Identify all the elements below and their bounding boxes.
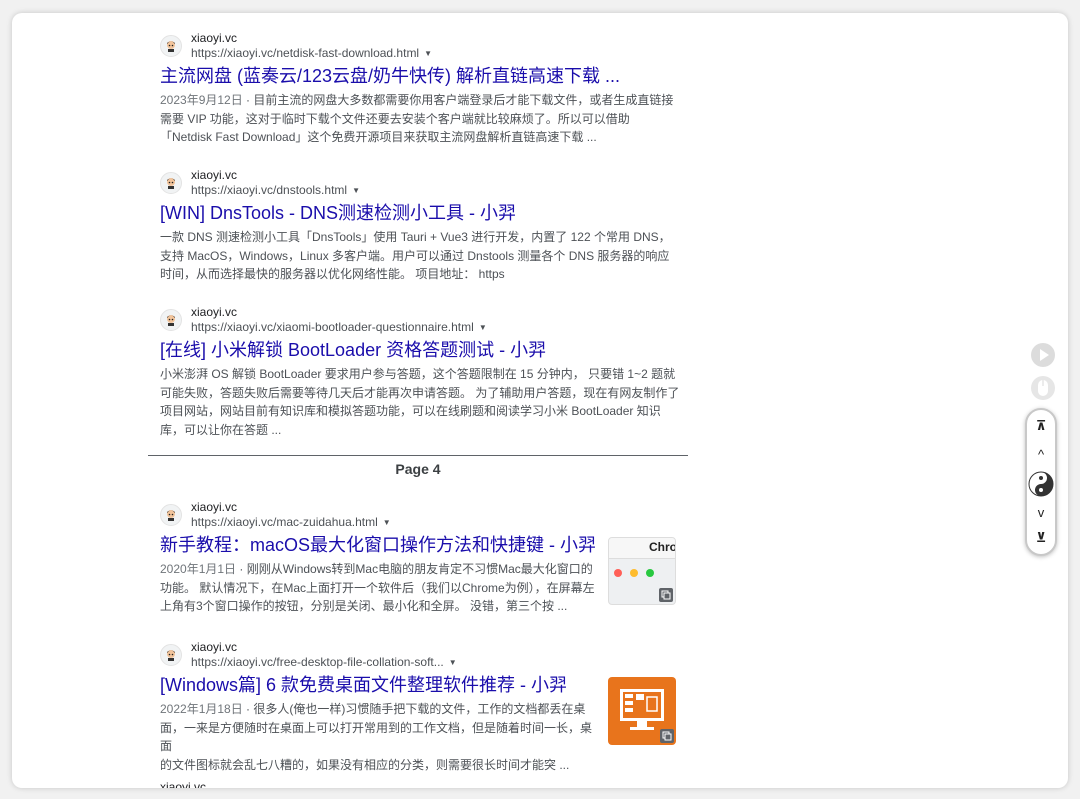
result-title-link[interactable]: [Windows篇] 6 款免费桌面文件整理软件推荐 - 小羿 [160, 674, 600, 697]
url-menu-caret-icon[interactable]: ▼ [449, 658, 457, 667]
mouse-icon [1038, 380, 1048, 396]
play-button[interactable] [1031, 343, 1055, 367]
scroll-up-button[interactable]: ^ [1027, 444, 1055, 464]
site-favicon-icon [160, 504, 182, 526]
image-badge-icon [659, 588, 673, 602]
date-separator: · [242, 93, 254, 107]
result-title-link[interactable]: [WIN] DnsTools - DNS测速检测小工具 - 小羿 [160, 202, 690, 225]
minimize-dot-icon [630, 569, 638, 577]
mouse-button[interactable] [1031, 376, 1055, 400]
search-result: xiaoyi.vc https://xiaoyi.vc/netdisk-fast… [160, 31, 690, 147]
result-source[interactable]: xiaoyi.vc https://xiaoyi.vc/dnstools.htm… [160, 168, 690, 202]
search-result: xiaoyi.vc https://xiaoyi.vc/xiaomi-bootl… [160, 305, 690, 439]
url-menu-caret-icon[interactable]: ▼ [424, 49, 432, 58]
result-url[interactable]: https://xiaoyi.vc/mac-zuidahua.html ▼ [191, 515, 391, 530]
scroll-to-bottom-button[interactable]: ⊻ [1027, 528, 1055, 548]
page-number-label: Page 4 [395, 461, 441, 477]
site-favicon-icon [160, 309, 182, 331]
play-icon [1040, 349, 1049, 361]
page-divider [148, 455, 688, 456]
cut-off-result-site: xiaoyi.vc [160, 780, 207, 788]
result-url[interactable]: https://xiaoyi.vc/dnstools.html ▼ [191, 183, 360, 198]
search-result: xiaoyi.vc https://xiaoyi.vc/free-desktop… [160, 640, 690, 774]
result-date: 2020年1月1日 [160, 562, 237, 576]
url-menu-caret-icon[interactable]: ▼ [479, 323, 487, 332]
result-title-link[interactable]: [在线] 小米解锁 BootLoader 资格答题测试 - 小羿 [160, 339, 690, 362]
search-result: xiaoyi.vc https://xiaoyi.vc/mac-zuidahua… [160, 500, 690, 616]
result-date: 2022年1月18日 [160, 702, 243, 716]
result-title-link[interactable]: 主流网盘 (蓝奏云/123云盘/奶牛快传) 解析直链高速下载 ... [160, 65, 690, 88]
result-snippet: 一款 DNS 测速检测小工具「DnsTools」使用 Tauri + Vue3 … [160, 230, 671, 281]
result-snippet: 小米澎湃 OS 解锁 BootLoader 要求用户参与答题，这个答题限制在 1… [160, 367, 680, 437]
image-badge-icon [660, 729, 674, 743]
result-title-link[interactable]: 新手教程：macOS最大化窗口操作方法和快捷键 - 小羿 [160, 534, 600, 557]
close-dot-icon [614, 569, 622, 577]
scroll-navigator: ⊼ ^ v ⊻ [1025, 408, 1057, 556]
result-snippet: 2023年9月12日 · 目前主流的网盘大多数都需要你用客户端登录后才能下载文件… [160, 93, 674, 144]
result-url[interactable]: https://xiaoyi.vc/free-desktop-file-coll… [191, 655, 457, 670]
url-menu-caret-icon[interactable]: ▼ [383, 518, 391, 527]
maximize-dot-icon [646, 569, 654, 577]
site-favicon-icon [160, 644, 182, 666]
thumb-text: Chro [649, 540, 676, 554]
search-result: xiaoyi.vc https://xiaoyi.vc/dnstools.htm… [160, 168, 690, 284]
yin-yang-icon [1028, 471, 1054, 497]
url-menu-caret-icon[interactable]: ▼ [352, 186, 360, 195]
result-source[interactable]: xiaoyi.vc https://xiaoyi.vc/netdisk-fast… [160, 31, 690, 65]
search-results: xiaoyi.vc https://xiaoyi.vc/netdisk-fast… [12, 13, 1068, 788]
result-source[interactable]: xiaoyi.vc https://xiaoyi.vc/xiaomi-bootl… [160, 305, 690, 339]
result-url[interactable]: https://xiaoyi.vc/netdisk-fast-download.… [191, 46, 432, 61]
scroll-down-button[interactable]: v [1027, 502, 1055, 522]
site-favicon-icon [160, 35, 182, 57]
site-favicon-icon [160, 172, 182, 194]
scroll-to-top-button[interactable]: ⊼ [1027, 416, 1055, 436]
result-thumbnail[interactable]: Chro [608, 537, 676, 605]
site-name: xiaoyi.vc [191, 640, 238, 654]
page-frame: xiaoyi.vc https://xiaoyi.vc/netdisk-fast… [12, 13, 1068, 788]
site-name: xiaoyi.vc [191, 168, 238, 182]
result-snippet: 2020年1月1日 · 刚刚从Windows转到Mac电脑的朋友肯定不习惯Mac… [160, 562, 595, 613]
yin-yang-toggle[interactable] [1027, 471, 1055, 497]
result-thumbnail[interactable] [608, 677, 676, 745]
result-url[interactable]: https://xiaoyi.vc/xiaomi-bootloader-ques… [191, 320, 487, 335]
result-source[interactable]: xiaoyi.vc https://xiaoyi.vc/free-desktop… [160, 640, 690, 674]
result-snippet: 2022年1月18日 · 很多人(俺也一样)习惯随手把下载的文件，工作的文档都丢… [160, 702, 593, 772]
site-name: xiaoyi.vc [191, 305, 238, 319]
site-name: xiaoyi.vc [191, 500, 238, 514]
result-source[interactable]: xiaoyi.vc https://xiaoyi.vc/mac-zuidahua… [160, 500, 690, 534]
site-name: xiaoyi.vc [191, 31, 238, 45]
result-date: 2023年9月12日 [160, 93, 243, 107]
